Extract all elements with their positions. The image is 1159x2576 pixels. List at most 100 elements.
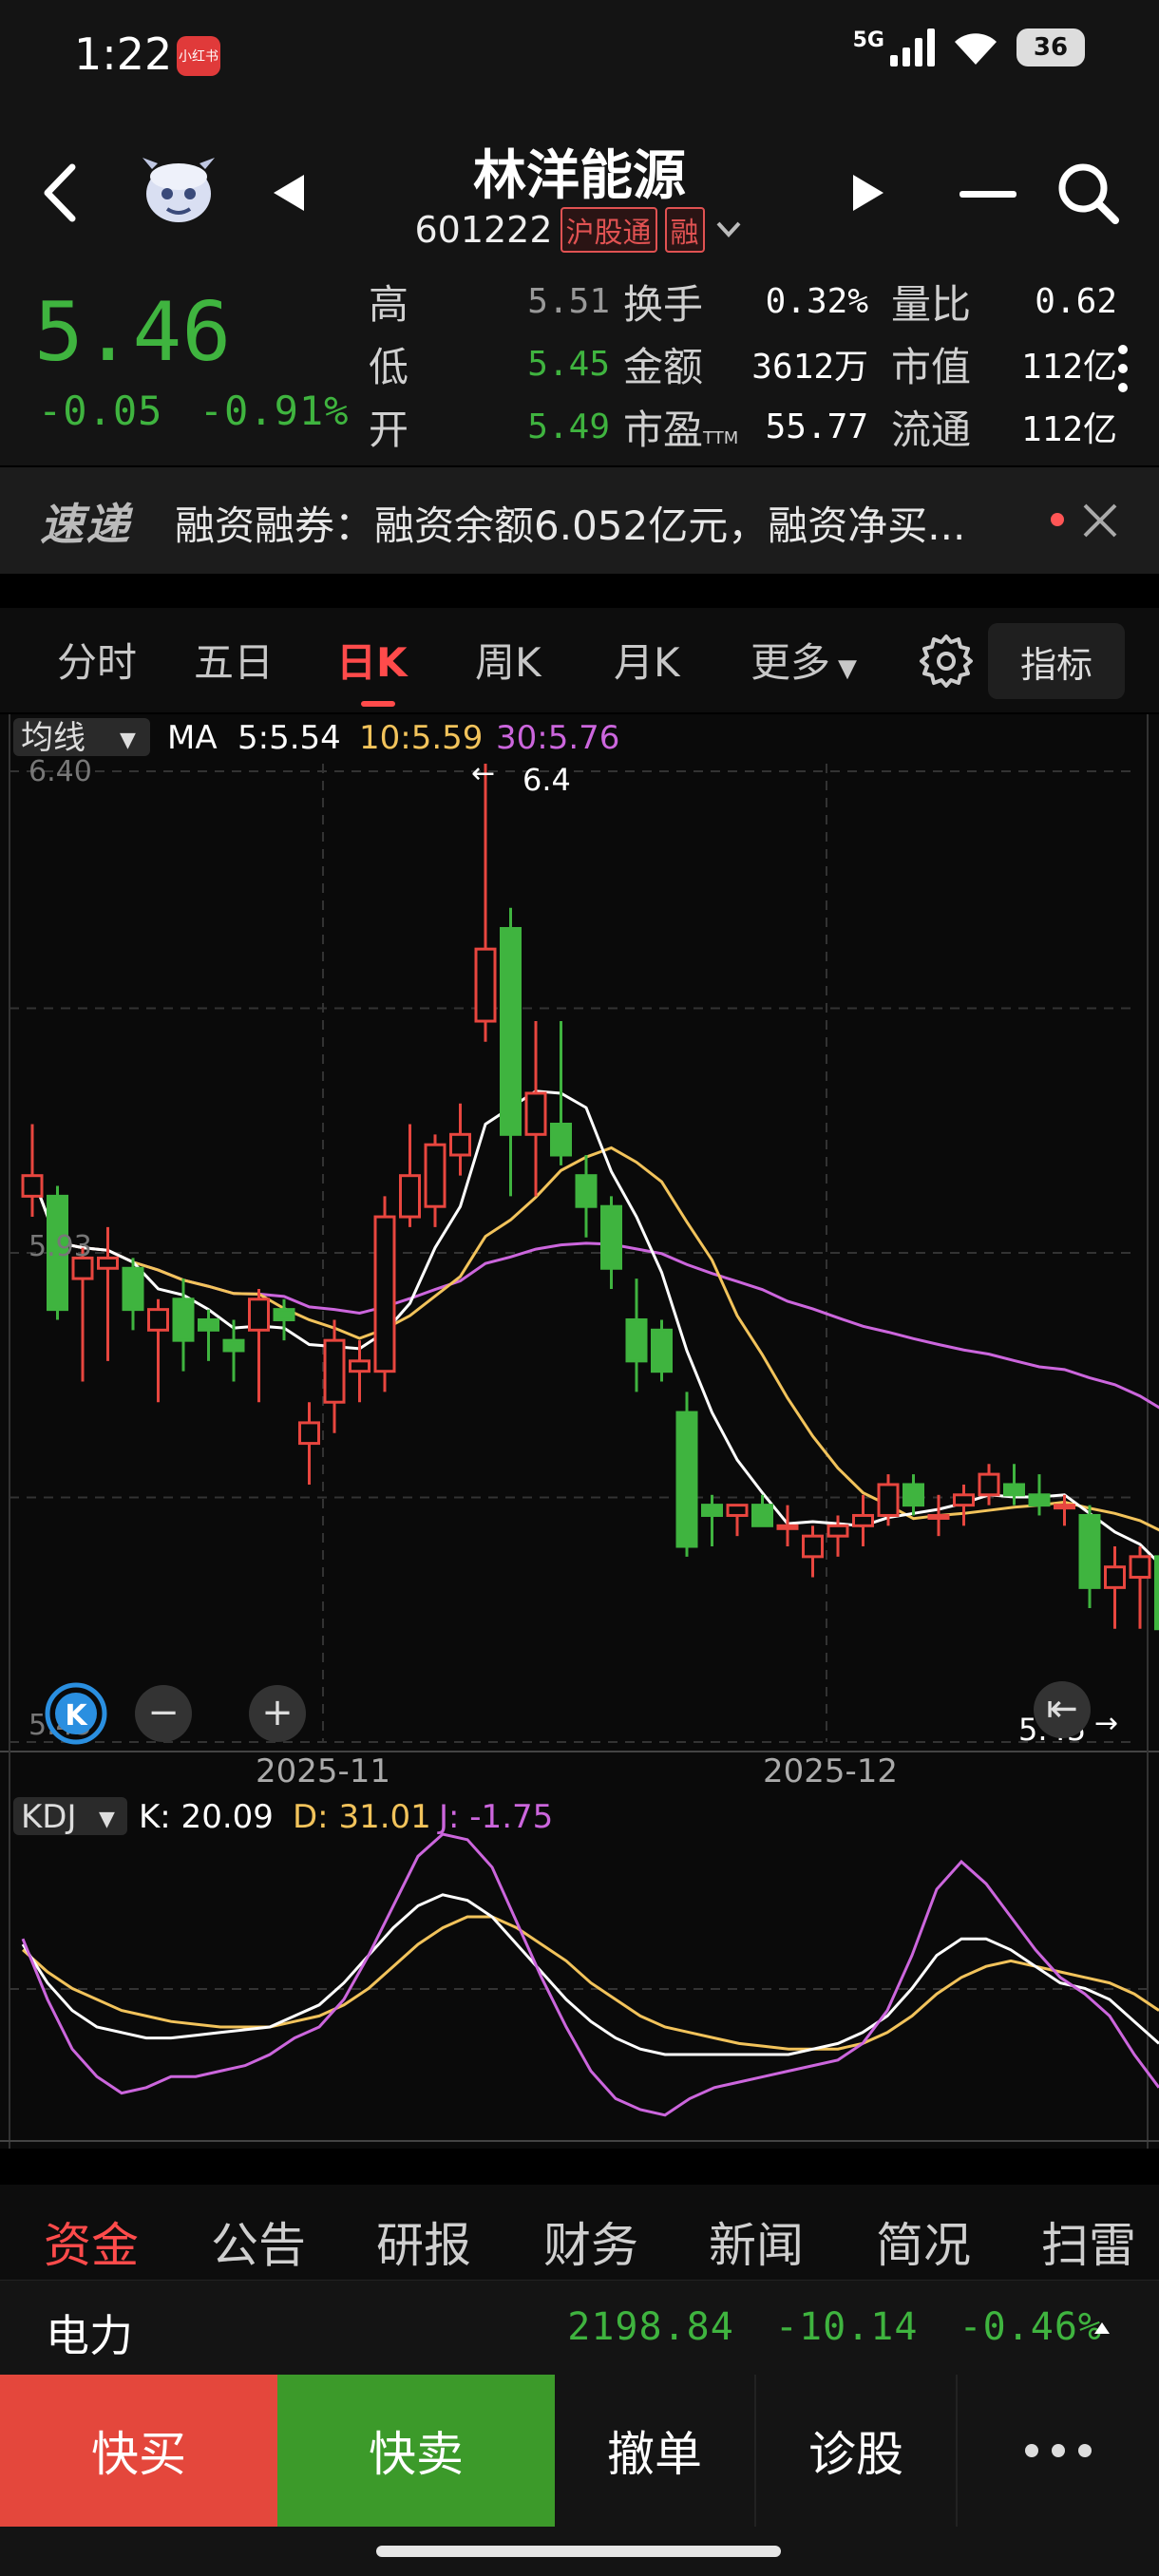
zoom-in-icon[interactable]: + [249,1685,306,1742]
candle-up [978,1472,1000,1497]
action-bar: 快买 快卖 撤单 诊股 [0,2375,1159,2527]
search-icon[interactable] [1054,160,1121,226]
tab-financials[interactable]: 财务 [543,2207,638,2276]
candle-up [21,1174,44,1198]
kline-chart[interactable]: 均线▼MA5:5.5410:5.5930:5.766.405.935.45←6.… [0,714,1159,2149]
indicator-button[interactable]: 指标 [988,623,1125,699]
mascot-avatar-icon[interactable] [139,150,218,230]
ma30-value: 30:5.76 [496,719,619,757]
candle-down [701,1504,723,1517]
current-price: 5.46 [34,285,232,380]
quote-row-low: 低 5.45 金额 3612万 市值 112亿 [369,332,1129,395]
candle-up [298,1421,320,1446]
candle-up [349,1359,370,1373]
stat-label: 流通 [891,406,972,453]
candle-down [550,1122,572,1157]
stock-code: 601222 [414,209,553,251]
stat-value: 5.49 [527,407,610,446]
candle-up [776,1524,799,1530]
close-icon[interactable] [1081,502,1119,540]
back-icon[interactable] [38,160,84,226]
candle-up [248,1297,270,1332]
news-text[interactable]: 融资融券：融资余额6.052亿元，融资净买... [175,494,1049,552]
tab-daily-k[interactable]: 日K [336,631,408,689]
zoom-out-icon[interactable]: − [135,1685,192,1742]
ma10-value: 10:5.59 [359,719,483,757]
stat-label: 金额 [623,343,704,390]
candle-down [172,1297,195,1342]
candle-up [1054,1504,1075,1510]
ma-label: MA [167,719,218,757]
diagnose-stock-button[interactable]: 诊股 [756,2375,958,2527]
high-arrow: ← [471,757,495,790]
tab-weekly-k[interactable]: 周K [475,631,542,689]
stock-code-row[interactable]: 601222 沪股通 融 [285,207,874,253]
kdj-d-value: D: 31.01 [293,1798,431,1836]
news-ticker[interactable]: 速递 融资融券：融资余额6.052亿元，融资净买... [0,467,1159,574]
home-gesture-bar[interactable] [376,2546,781,2557]
tab-profile[interactable]: 简况 [876,2207,971,2276]
minimize-icon[interactable] [958,190,1018,199]
stat-label: 市值 [891,343,972,390]
settings-gear-icon[interactable] [918,631,975,688]
quick-buy-button[interactable]: 快买 [0,2375,277,2527]
sector-change: -10.14 [774,2305,919,2349]
candle-down [1003,1483,1025,1497]
candle [675,1392,698,1557]
candle-up [524,1091,547,1136]
stat-value: 0.32% [765,281,868,321]
candle-down [902,1483,924,1507]
candle-up [449,1132,471,1157]
tab-risk-scan[interactable]: 扫雷 [1041,2207,1136,2276]
dropdown-triangle-icon: ▼ [838,654,858,683]
tab-research[interactable]: 研报 [376,2207,471,2276]
candle-down [1078,1513,1101,1589]
stat-value: 55.77 [765,407,868,446]
change-percent: -0.91% [199,388,350,434]
candle-up [927,1513,950,1520]
candle-up [1129,1555,1151,1580]
battery-icon: 36 [1016,28,1085,66]
quick-sell-button[interactable]: 快卖 [277,2375,555,2527]
tab-more[interactable]: 更多 ▼ [750,631,857,689]
next-stock-icon[interactable] [847,169,889,217]
low-arrow: → [1094,1707,1118,1740]
tab-capital[interactable]: 资金 [44,2207,139,2276]
stat-value: 3612万 [751,348,868,387]
tab-intraday[interactable]: 分时 [57,631,137,689]
stat-label: 低 [369,343,409,390]
more-options-icon[interactable] [1115,342,1130,399]
shanghai-connect-tag: 沪股通 [560,207,657,253]
tab-announcements[interactable]: 公告 [211,2207,306,2276]
chevron-down-icon[interactable] [712,216,745,244]
candle-up [1104,1565,1126,1589]
candle-down [675,1411,698,1548]
candle-down [751,1504,773,1527]
stat-value: 112亿 [1020,410,1117,449]
scroll-end-icon[interactable]: ⇤ [1034,1681,1091,1738]
candle [1154,1555,1159,1631]
stat-label: 开 [369,406,409,453]
tab-monthly-k[interactable]: 月K [614,631,680,689]
y-axis-mid: 5.93 [28,1230,92,1263]
sector-change-percent: -0.46% [959,2305,1102,2349]
quote-row-high: 高 5.51 换手 0.32% 量比 0.62 [369,270,1129,332]
candle-down [575,1174,598,1208]
tab-news[interactable]: 新闻 [709,2207,804,2276]
x-label-nov: 2025-11 [256,1752,390,1790]
tab-five-day[interactable]: 五日 [194,631,274,689]
network-label: 5G [852,28,884,52]
stock-name: 林洋能源 [473,145,686,207]
stat-label: 市盈TTM [623,406,739,453]
stat-label: 量比 [891,280,972,328]
cancel-order-button[interactable]: 撤单 [555,2375,756,2527]
status-icons: 5G 36 [853,28,1085,66]
candle-down [651,1328,673,1373]
kline-logo-icon[interactable]: K [45,1682,107,1745]
sector-bar[interactable]: 电力 2198.84 -10.14 -0.46% [0,2280,1159,2375]
active-tab-indicator [361,701,395,707]
expand-up-icon[interactable] [1092,2320,1112,2336]
stat-value: 112亿 [1020,348,1117,387]
more-actions-button[interactable] [958,2375,1159,2527]
quote-row-open: 开 5.49 市盈TTM 55.77 流通 112亿 [369,395,1129,458]
